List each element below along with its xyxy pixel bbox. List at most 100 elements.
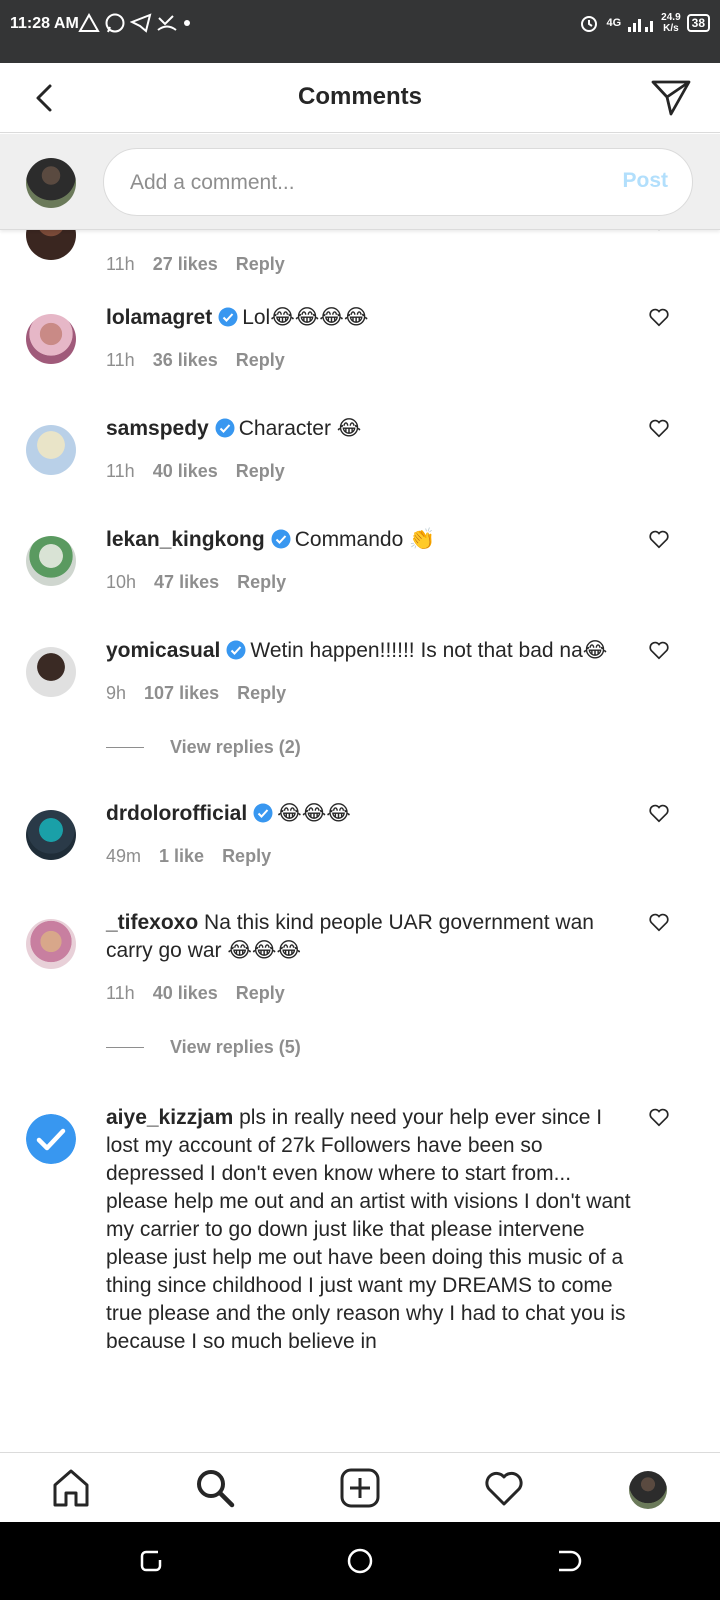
verified-badge-icon [218, 307, 238, 327]
page-title: Comments [297, 83, 423, 110]
missed-call-icon [157, 15, 177, 31]
replies-divider [106, 747, 144, 748]
comment-body: _tifexoxo Na this kind people UAR govern… [106, 909, 636, 965]
speed-unit: K/s [663, 23, 679, 34]
commenter-avatar[interactable] [26, 230, 76, 260]
like-heart-icon[interactable] [648, 306, 670, 328]
like-heart-icon[interactable] [648, 230, 670, 232]
commenter-avatar[interactable] [26, 425, 76, 475]
reply-button[interactable]: Reply [236, 983, 285, 1004]
view-replies-label[interactable]: View replies (2) [170, 737, 301, 758]
comment-meta: 9h 107 likes Reply [106, 683, 286, 704]
view-replies-label[interactable]: View replies (5) [170, 1037, 301, 1058]
telegram-icon [130, 13, 152, 33]
comment-text: Lol😂😂😂😂 [242, 306, 369, 329]
comment-text: Commando 👏 [294, 528, 436, 551]
reply-button[interactable]: Reply [236, 350, 285, 371]
like-heart-icon[interactable] [648, 1106, 670, 1128]
reply-button[interactable]: Reply [236, 254, 285, 275]
view-replies-button[interactable]: View replies (5) [106, 1037, 301, 1058]
reply-button[interactable]: Reply [222, 846, 271, 867]
like-heart-icon[interactable] [648, 802, 670, 824]
like-heart-icon[interactable] [648, 528, 670, 550]
commenter-avatar[interactable] [26, 1114, 76, 1164]
comment-input[interactable] [130, 167, 590, 199]
battery-indicator: 38 [686, 14, 710, 32]
comment-likes[interactable]: 40 likes [153, 983, 218, 1004]
comments-list[interactable]: 11h 27 likes Reply lolamagret Lol😂😂😂😂 11h… [0, 230, 720, 1452]
comment-likes[interactable]: 47 likes [154, 572, 219, 593]
comment-username[interactable]: aiye_kizzjam [106, 1106, 233, 1129]
speed-value: 24.9 [661, 12, 681, 23]
comment-likes[interactable]: 1 like [159, 846, 204, 867]
comment-likes[interactable]: 27 likes [153, 254, 218, 275]
commenter-avatar[interactable] [26, 919, 76, 969]
commenter-avatar[interactable] [26, 810, 76, 860]
comment-meta: 11h 40 likes Reply [106, 461, 285, 482]
like-heart-icon[interactable] [648, 417, 670, 439]
notification-icons [78, 12, 192, 34]
comment-username[interactable]: samspedy [106, 417, 209, 440]
commenter-avatar[interactable] [26, 314, 76, 364]
like-heart-icon[interactable] [648, 911, 670, 933]
comment-body: yomicasual Wetin happen!!!!!! Is not that… [106, 637, 646, 665]
network-speed: 24.9 K/s [661, 12, 680, 34]
dot-icon [184, 20, 190, 26]
status-right: 4G 24.9 K/s 38 [578, 12, 710, 34]
profile-avatar[interactable] [629, 1471, 667, 1509]
verified-badge-icon [226, 640, 246, 660]
bottom-navigation [0, 1452, 720, 1522]
alarm-icon [581, 16, 598, 32]
activity-heart-icon[interactable] [483, 1467, 525, 1509]
comment-text: Character 😂 [238, 417, 362, 440]
reply-button[interactable]: Reply [237, 572, 286, 593]
status-time: 11:28 AM [10, 15, 79, 32]
comment-username[interactable]: _tifexoxo [106, 911, 198, 934]
comment-username[interactable]: yomicasual [106, 639, 220, 662]
comment-likes[interactable]: 36 likes [153, 350, 218, 371]
network-type: 4G [606, 17, 622, 29]
reply-button[interactable]: Reply [237, 683, 286, 704]
comment-field[interactable]: Post [103, 148, 693, 216]
post-button[interactable]: Post [622, 169, 668, 193]
comment-meta: 11h 40 likes Reply [106, 983, 285, 1004]
comment-text: 😂😂😂 [277, 802, 351, 825]
comment-body: lolamagret Lol😂😂😂😂 [106, 304, 636, 332]
warning-icon [78, 12, 100, 32]
signal-icon [628, 19, 654, 32]
comment-meta: 49m 1 like Reply [106, 846, 271, 867]
comment-username[interactable]: drdolorofficial [106, 802, 247, 825]
comment-likes[interactable]: 40 likes [153, 461, 218, 482]
comment-time: 11h [106, 983, 135, 1003]
commenter-avatar[interactable] [26, 647, 76, 697]
comment-time: 11h [106, 254, 135, 274]
comment-username[interactable]: lolamagret [106, 306, 212, 329]
current-user-avatar[interactable] [26, 158, 76, 208]
view-replies-button[interactable]: View replies (2) [106, 737, 301, 758]
comment-body: drdolorofficial 😂😂😂 [106, 800, 636, 828]
comment-meta: 11h 36 likes Reply [106, 350, 285, 371]
comment-username[interactable]: lekan_kingkong [106, 528, 265, 551]
search-icon[interactable] [194, 1467, 236, 1509]
whatsapp-icon [105, 13, 125, 33]
comment-meta: 10h 47 likes Reply [106, 572, 286, 593]
comment-time: 11h [106, 461, 135, 481]
home-circle-icon[interactable] [345, 1546, 375, 1576]
back-nav-icon[interactable] [553, 1546, 583, 1576]
verified-badge-icon [253, 803, 273, 823]
comment-likes[interactable]: 107 likes [144, 683, 219, 704]
commenter-avatar[interactable] [26, 536, 76, 586]
status-bar: 11:28 AM 4G 24.9 K/s 38 [0, 0, 720, 63]
header: Comments [0, 63, 720, 133]
like-heart-icon[interactable] [648, 639, 670, 661]
reply-button[interactable]: Reply [236, 461, 285, 482]
system-navigation-bar [0, 1522, 720, 1600]
direct-send-icon[interactable] [650, 77, 692, 117]
comment-time: 10h [106, 572, 137, 592]
comment-meta: 11h 27 likes Reply [106, 254, 285, 275]
recent-apps-icon[interactable] [136, 1546, 166, 1576]
home-icon[interactable] [50, 1467, 92, 1509]
comment-time: 49m [106, 846, 142, 866]
verified-badge-icon [271, 529, 291, 549]
new-post-icon[interactable] [339, 1467, 381, 1509]
